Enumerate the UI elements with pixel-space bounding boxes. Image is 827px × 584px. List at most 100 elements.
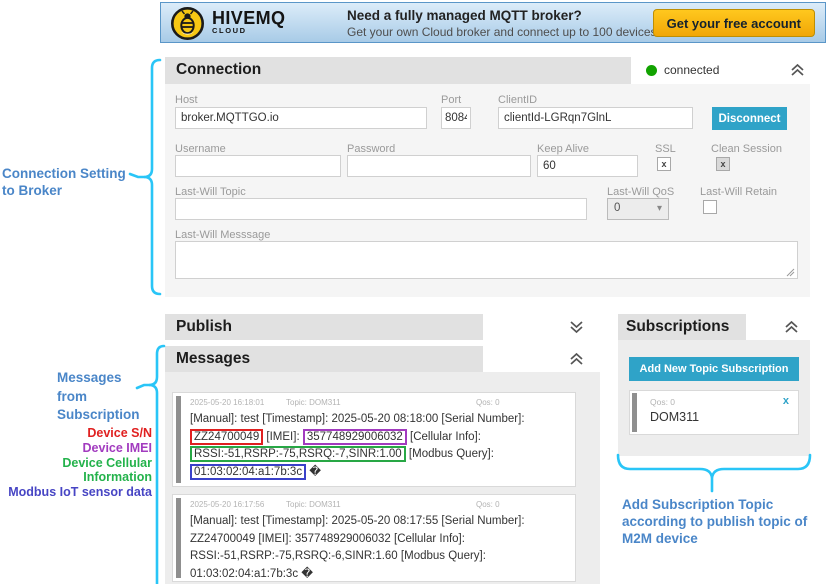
lastwill-retain-checkbox[interactable] [703,200,717,214]
keepalive-label: Keep Alive [537,143,589,155]
password-input[interactable] [347,155,531,177]
lastwill-qos-label: Last-Will QoS [607,186,674,198]
banner-headline: Need a fully managed MQTT broker? [347,7,701,24]
cellular-label: [Cellular Info]: [410,431,481,443]
chevron-down-icon: ▾ [657,203,662,214]
lastwill-topic-input[interactable] [175,198,587,220]
message-card: 2025-05-20 16:18:01 Topic: DOM311 Qos: 0… [172,392,576,487]
device-serial: ZZ24700049 [190,533,255,545]
lastwill-message-label: Last-Will Messsage [175,229,270,241]
clientid-input[interactable] [498,107,693,129]
subscription-qos: Qos: 0 [650,397,675,407]
message-timestamp: 2025-05-20 16:18:01 [190,398,264,407]
host-input[interactable] [175,107,427,129]
ssl-checkbox[interactable]: x [657,157,671,171]
subscriptions-title: Subscriptions [626,318,729,336]
connection-panel: Connection connected Host Port ClientID … [165,57,810,297]
cellular-info-highlight: RSSI:-51,RSRP:-75,RSRQ:-7,SINR:1.00 [190,446,406,462]
messages-note: Messages from Subscription [57,369,140,425]
device-cellular-label: Device Cellular Information [0,456,152,486]
message-payload: [Manual]: test [Timestamp]: 2025-05-20 0… [190,411,568,481]
message-qos: Qos: 0 [476,500,500,509]
message-timestamp: 2025-05-20 16:17:56 [190,500,264,509]
lastwill-message-textarea[interactable] [175,241,798,279]
resize-grip-icon[interactable] [786,268,795,277]
connection-title: Connection [176,61,261,79]
get-free-account-button[interactable]: Get your free account [653,9,815,37]
status-dot-icon [646,65,657,76]
subscription-item: Qos: 0 DOM311 x [629,390,799,435]
lastwill-topic-label: Last-Will Topic [175,186,246,198]
subscriptions-header-right [746,314,810,340]
message-topic: Topic: DOM311 [286,398,341,407]
messages-note-line: Messages [57,369,140,388]
payload-suffix: � [301,568,313,580]
device-imei-label: Device IMEI [0,441,152,456]
logo-subtext: CLOUD [212,27,285,35]
publish-title: Publish [176,318,232,336]
lastwill-qos-select[interactable]: 0 ▾ [607,198,669,220]
subscriptions-brace [618,455,810,491]
publish-expand-icon[interactable] [569,320,584,334]
device-imei: 357748929006032 [295,533,391,545]
device-serial-highlight: ZZ24700049 [190,429,263,445]
host-label: Host [175,94,198,106]
subscriptions-header: Subscriptions [618,314,810,340]
modbus-data: 01:03:02:04:a1:7b:3c [190,568,298,580]
device-data-legend: Device S/N Device IMEI Device Cellular I… [0,426,152,500]
add-subscription-note: Add Subscription Topic according to publ… [622,496,822,547]
message-topic: Topic: DOM311 [286,500,341,509]
messages-list: 2025-05-20 16:18:01 Topic: DOM311 Qos: 0… [165,372,600,584]
modbus-data-highlight: 01:03:02:04:a1:7b:3c [190,464,306,480]
subscriptions-panel: Add New Topic Subscription Qos: 0 DOM311… [618,340,810,456]
cellular-info: RSSI:-51,RSRP:-75,RSRQ:-6,SINR:1.60 [190,550,398,562]
hivemq-bee-icon [170,6,205,41]
add-subscription-button[interactable]: Add New Topic Subscription [629,357,799,381]
modbus-label: [Modbus Query]: [409,448,494,460]
lastwill-retain-label: Last-Will Retain [700,186,777,198]
clean-session-label: Clean Session [711,143,782,155]
port-input[interactable] [441,107,471,129]
modbus-label: [Modbus Query]: [401,550,486,562]
payload-prefix: [Manual]: test [Timestamp]: 2025-05-20 0… [190,515,525,527]
imei-label: [IMEI]: [258,533,291,545]
ssl-label: SSL [655,143,676,155]
mqtt-web-client: HIVEMQ CLOUD Need a fully managed MQTT b… [0,0,827,584]
lastwill-qos-value: 0 [614,202,620,214]
message-payload: [Manual]: test [Timestamp]: 2025-05-20 0… [190,513,568,583]
message-leftbar [176,396,181,483]
keepalive-input[interactable] [537,155,638,177]
payload-prefix: [Manual]: test [Timestamp]: 2025-05-20 0… [190,413,525,425]
cellular-label: [Cellular Info]: [394,533,465,545]
subscription-leftbar [632,393,637,432]
clean-session-checkbox[interactable]: x [716,157,730,171]
banner-text: Need a fully managed MQTT broker? Get yo… [347,7,701,40]
connection-header: Connection connected [165,57,810,84]
message-meta: 2025-05-20 16:18:01 Topic: DOM311 Qos: 0 [190,398,569,407]
password-label: Password [347,143,395,155]
messages-collapse-icon[interactable] [569,352,584,366]
subscriptions-collapse-icon[interactable] [784,320,799,334]
device-imei-highlight: 357748929006032 [303,429,407,445]
username-input[interactable] [175,155,341,177]
message-card: 2025-05-20 16:17:56 Topic: DOM311 Qos: 0… [172,494,576,582]
connection-collapse-icon[interactable] [790,63,805,77]
connection-note: Connection Setting to Broker [2,166,142,199]
username-label: Username [175,143,226,155]
messages-note-line: Subscription [57,406,140,425]
banner-subheadline: Get your own Cloud broker and connect up… [347,24,701,40]
hivemq-banner: HIVEMQ CLOUD Need a fully managed MQTT b… [160,2,826,43]
logo-text: HIVEMQ [212,9,285,27]
publish-header: Publish [165,314,600,340]
subscription-remove-button[interactable]: x [783,395,789,407]
connection-brace [144,60,160,294]
message-qos: Qos: 0 [476,398,500,407]
subscription-topic: DOM311 [650,410,699,424]
clientid-label: ClientID [498,94,537,106]
disconnect-button[interactable]: Disconnect [712,107,787,130]
connection-status: connected [646,63,719,77]
modbus-data-label: Modbus IoT sensor data [0,485,152,500]
payload-suffix: � [309,466,321,478]
imei-label: [IMEI]: [266,431,299,443]
messages-note-line: from [57,388,140,407]
